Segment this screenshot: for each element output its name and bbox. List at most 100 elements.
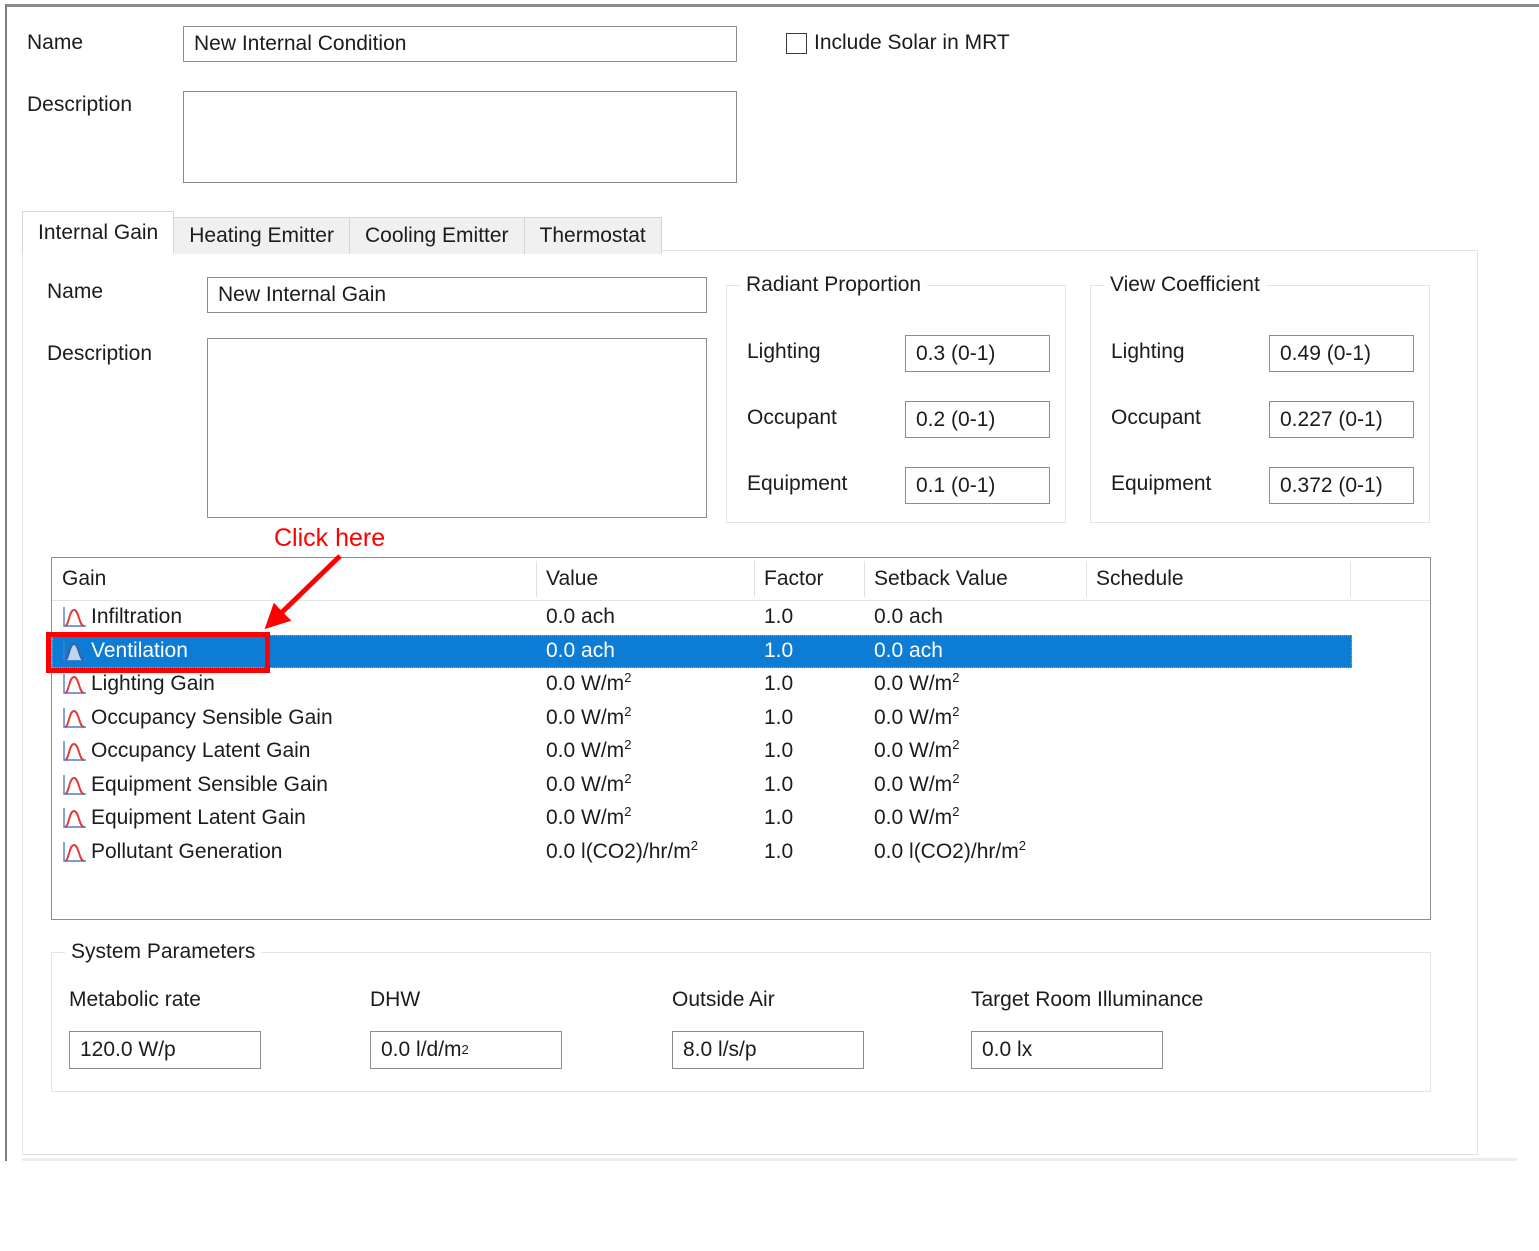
system-parameters-title: System Parameters xyxy=(65,940,262,964)
cell-factor: 1.0 xyxy=(764,605,794,628)
radiant-proportion-group: Radiant Proportion Lighting 0.3 (0-1) Oc… xyxy=(726,273,1066,523)
view-equipment-input[interactable]: 0.372 (0-1) xyxy=(1269,467,1414,504)
radiant-equipment-label: Equipment xyxy=(747,472,848,495)
view-occupant-label: Occupant xyxy=(1111,406,1201,429)
gain-row-lighting-gain[interactable]: Lighting Gain 0.0 W/m2 1.0 0.0 W/m2 xyxy=(52,668,1430,702)
cell-value: 0.0 W/m2 xyxy=(546,804,632,829)
gain-list[interactable]: Gain Value Factor Setback Value Schedule… xyxy=(51,557,1431,920)
target-room-illuminance-label: Target Room Illuminance xyxy=(971,988,1204,1011)
column-divider[interactable] xyxy=(1086,561,1087,597)
curve-red-icon xyxy=(63,674,86,694)
dhw-value: 0.0 l/d/m xyxy=(381,1038,462,1061)
gain-row-occupancy-latent-gain[interactable]: Occupancy Latent Gain 0.0 W/m2 1.0 0.0 W/m2 xyxy=(52,735,1430,769)
cell-gain: Lighting Gain xyxy=(62,672,215,696)
dhw-label: DHW xyxy=(370,988,421,1011)
curve-red-icon xyxy=(63,808,86,828)
view-equipment-label: Equipment xyxy=(1111,472,1212,495)
dhw-input[interactable]: 0.0 l/d/m 2 xyxy=(370,1031,562,1069)
gain-name-input[interactable]: New Internal Gain xyxy=(207,277,707,313)
column-header-gain[interactable]: Gain xyxy=(62,567,106,591)
column-header-value[interactable]: Value xyxy=(546,567,598,591)
curve-red-icon xyxy=(63,841,86,862)
column-divider[interactable] xyxy=(864,561,865,597)
cell-gain: Equipment Latent Gain xyxy=(62,806,306,830)
cell-gain: Occupancy Sensible Gain xyxy=(62,706,333,730)
cell-gain: Infiltration xyxy=(62,605,182,629)
column-header-setback-value[interactable]: Setback Value xyxy=(874,567,1008,591)
cell-factor: 1.0 xyxy=(764,772,794,796)
metabolic-rate-input[interactable]: 120.0 W/p xyxy=(69,1031,261,1069)
window-bottom-edge xyxy=(22,1158,1517,1161)
curve-red-icon xyxy=(63,607,86,627)
view-lighting-label: Lighting xyxy=(1111,340,1185,363)
cell-value: 0.0 ach xyxy=(546,605,615,628)
tab-strip[interactable]: Internal Gain Heating Emitter Cooling Em… xyxy=(22,211,662,254)
gain-label: Occupancy Latent Gain xyxy=(91,739,311,762)
radiant-lighting-label: Lighting xyxy=(747,340,821,363)
gain-row-occupancy-sensible-gain[interactable]: Occupancy Sensible Gain 0.0 W/m2 1.0 0.0 W/… xyxy=(52,702,1430,736)
cell-setback-value: 0.0 W/m2 xyxy=(874,804,960,829)
radiant-lighting-input[interactable]: 0.3 (0-1) xyxy=(905,335,1050,372)
gain-label: Pollutant Generation xyxy=(91,839,283,863)
cell-setback-value: 0.0 W/m2 xyxy=(874,737,960,762)
column-header-factor[interactable]: Factor xyxy=(764,567,824,591)
column-header-schedule[interactable]: Schedule xyxy=(1096,567,1184,591)
name-input[interactable]: New Internal Condition xyxy=(183,26,737,62)
cell-value: 0.0 ach xyxy=(546,638,615,662)
gain-row-infiltration[interactable]: Infiltration 0.0 ach 1.0 0.0 ach xyxy=(52,601,1430,635)
column-divider[interactable] xyxy=(536,561,537,597)
radiant-equipment-input[interactable]: 0.1 (0-1) xyxy=(905,467,1050,504)
view-coefficient-group: View Coefficient Lighting 0.49 (0-1) Occ… xyxy=(1090,273,1430,523)
cell-setback-value: 0.0 W/m2 xyxy=(874,703,960,729)
cell-setback-value: 0.0 W/m2 xyxy=(874,770,960,796)
checkbox-box[interactable] xyxy=(786,32,807,54)
tab-cooling-emitter[interactable]: Cooling Emitter xyxy=(348,217,525,254)
curve-red-icon xyxy=(63,707,86,728)
gain-label: Infiltration xyxy=(91,605,183,628)
internal-condition-dialog: Name New Internal Condition Description … xyxy=(0,0,1539,1251)
outside-air-label: Outside Air xyxy=(672,988,775,1011)
radiant-occupant-label: Occupant xyxy=(747,406,837,429)
view-occupant-input[interactable]: 0.227 (0-1) xyxy=(1269,401,1414,438)
cell-gain: Occupancy Latent Gain xyxy=(62,739,310,763)
outside-air-input[interactable]: 8.0 l/s/p xyxy=(672,1031,864,1069)
column-divider[interactable] xyxy=(1350,561,1351,597)
system-parameters-group: System Parameters Metabolic rate 120.0 W… xyxy=(51,940,1431,1092)
gain-list-header[interactable]: Gain Value Factor Setback Value Schedule xyxy=(52,558,1430,601)
click-here-annotation-label: Click here xyxy=(274,524,386,552)
target-room-illuminance-input[interactable]: 0.0 lx xyxy=(971,1031,1163,1069)
tab-heating-emitter[interactable]: Heating Emitter xyxy=(173,217,350,254)
cell-setback-value: 0.0 ach xyxy=(874,605,943,628)
tab-internal-gain[interactable]: Internal Gain xyxy=(22,211,175,254)
gain-row-pollutant-generation[interactable]: Pollutant Generation 0.0 l(CO2)/hr/m2 1.0 0… xyxy=(52,836,1430,870)
metabolic-rate-label: Metabolic rate xyxy=(69,988,201,1011)
cell-gain: Equipment Sensible Gain xyxy=(62,773,328,797)
cell-value: 0.0 W/m2 xyxy=(546,670,632,695)
cell-factor: 1.0 xyxy=(764,806,794,829)
gain-description-input[interactable] xyxy=(207,338,707,518)
cell-value: 0.0 W/m2 xyxy=(546,737,632,762)
cell-value: 0.0 W/m2 xyxy=(546,703,632,729)
include-solar-in-mrt-label: Include Solar in MRT xyxy=(814,31,1010,54)
view-coefficient-title: View Coefficient xyxy=(1104,273,1266,297)
view-lighting-input[interactable]: 0.49 (0-1) xyxy=(1269,335,1414,372)
description-input[interactable] xyxy=(183,91,737,183)
cell-gain: Pollutant Generation xyxy=(62,840,282,864)
cell-setback-value: 0.0 W/m2 xyxy=(874,670,960,695)
gain-name-label: Name xyxy=(47,280,104,303)
column-divider[interactable] xyxy=(754,561,755,597)
gain-row-equipment-latent-gain[interactable]: Equipment Latent Gain 0.0 W/m2 1.0 0.0 W/m2 xyxy=(52,802,1430,836)
tab-thermostat[interactable]: Thermostat xyxy=(523,217,662,254)
gain-label: Occupancy Sensible Gain xyxy=(91,705,333,729)
cell-factor: 1.0 xyxy=(764,839,794,863)
radiant-occupant-input[interactable]: 0.2 (0-1) xyxy=(905,401,1050,438)
name-label: Name xyxy=(27,31,84,54)
gain-label: Equipment Latent Gain xyxy=(91,806,306,829)
cell-factor: 1.0 xyxy=(764,739,794,762)
gain-row-equipment-sensible-gain[interactable]: Equipment Sensible Gain 0.0 W/m2 1.0 0.0 W/… xyxy=(52,769,1430,803)
description-label: Description xyxy=(27,93,133,116)
cell-setback-value: 0.0 ach xyxy=(874,638,943,662)
cell-factor: 1.0 xyxy=(764,638,794,662)
include-solar-in-mrt-checkbox[interactable]: Include Solar in MRT xyxy=(786,31,1010,55)
cell-factor: 1.0 xyxy=(764,705,794,729)
